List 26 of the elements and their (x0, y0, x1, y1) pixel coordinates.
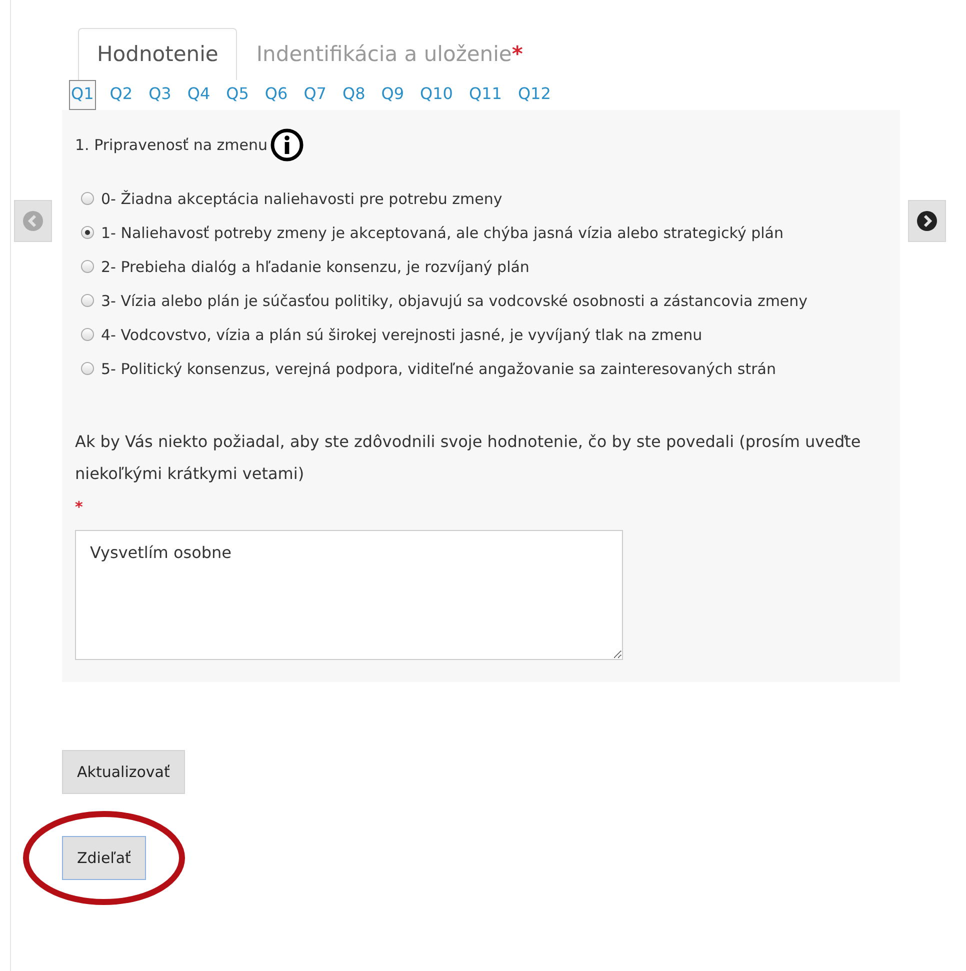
question-link[interactable]: Q9 (379, 80, 406, 110)
question-title: 1. Pripravenosť na zmenu (75, 135, 268, 156)
action-button[interactable]: Zdieľať (62, 836, 146, 880)
option-label: 1- Naliehavosť potreby zmeny je akceptovaná, ale chýba jasná vízia alebo strategický plán (101, 223, 784, 244)
tab[interactable]: Indentifikácia a uloženie* (237, 28, 542, 80)
question-link[interactable]: Q5 (224, 80, 251, 110)
required-mark: * (75, 497, 83, 517)
question-link[interactable]: Q7 (302, 80, 328, 110)
option-label: 0- Žiadna akceptácia naliehavosti pre potrebu zmeny (101, 189, 504, 210)
question-link[interactable]: Q4 (185, 80, 212, 110)
question-link[interactable]: Q8 (340, 80, 368, 110)
option-label: 2- Prebieha dialóg a hľadanie konsenzu, je rozvíjaný plán (101, 257, 530, 278)
option-label: 4- Vodcovstvo, vízia a plán sú širokej verejnosti jasné, je vyvíjaný tlak na zmenu (101, 325, 704, 346)
option-label: 3- Vízia alebo plán je súčasťou politiky, objavujú sa vodcovské osobnosti a zástancovia zmeny (101, 291, 809, 312)
question-link[interactable]: Q11 (466, 80, 504, 110)
question-link[interactable]: Q1 (69, 80, 96, 110)
justification-prompt: Ak by Vás niekto požiadal, aby ste zdôvodnili svoje hodnotenie, čo by ste povedali (prosím uveďte niekoľkými krátkymi vetami) (75, 431, 862, 485)
question-link[interactable]: Q10 (418, 80, 455, 110)
action-button[interactable]: Aktualizovať (62, 750, 185, 794)
option-label: 5- Politický konsenzus, verejná podpora, viditeľné angažovanie sa zainteresovaných strán (101, 359, 777, 380)
question-link[interactable]: Q3 (146, 80, 174, 110)
question-link[interactable]: Q6 (262, 80, 290, 110)
answer-field[interactable]: Vysvetlím osobne (75, 530, 623, 660)
question-link[interactable]: Q2 (108, 80, 135, 110)
tab[interactable]: Hodnotenie (78, 28, 238, 80)
question-link[interactable]: Q12 (516, 80, 553, 110)
